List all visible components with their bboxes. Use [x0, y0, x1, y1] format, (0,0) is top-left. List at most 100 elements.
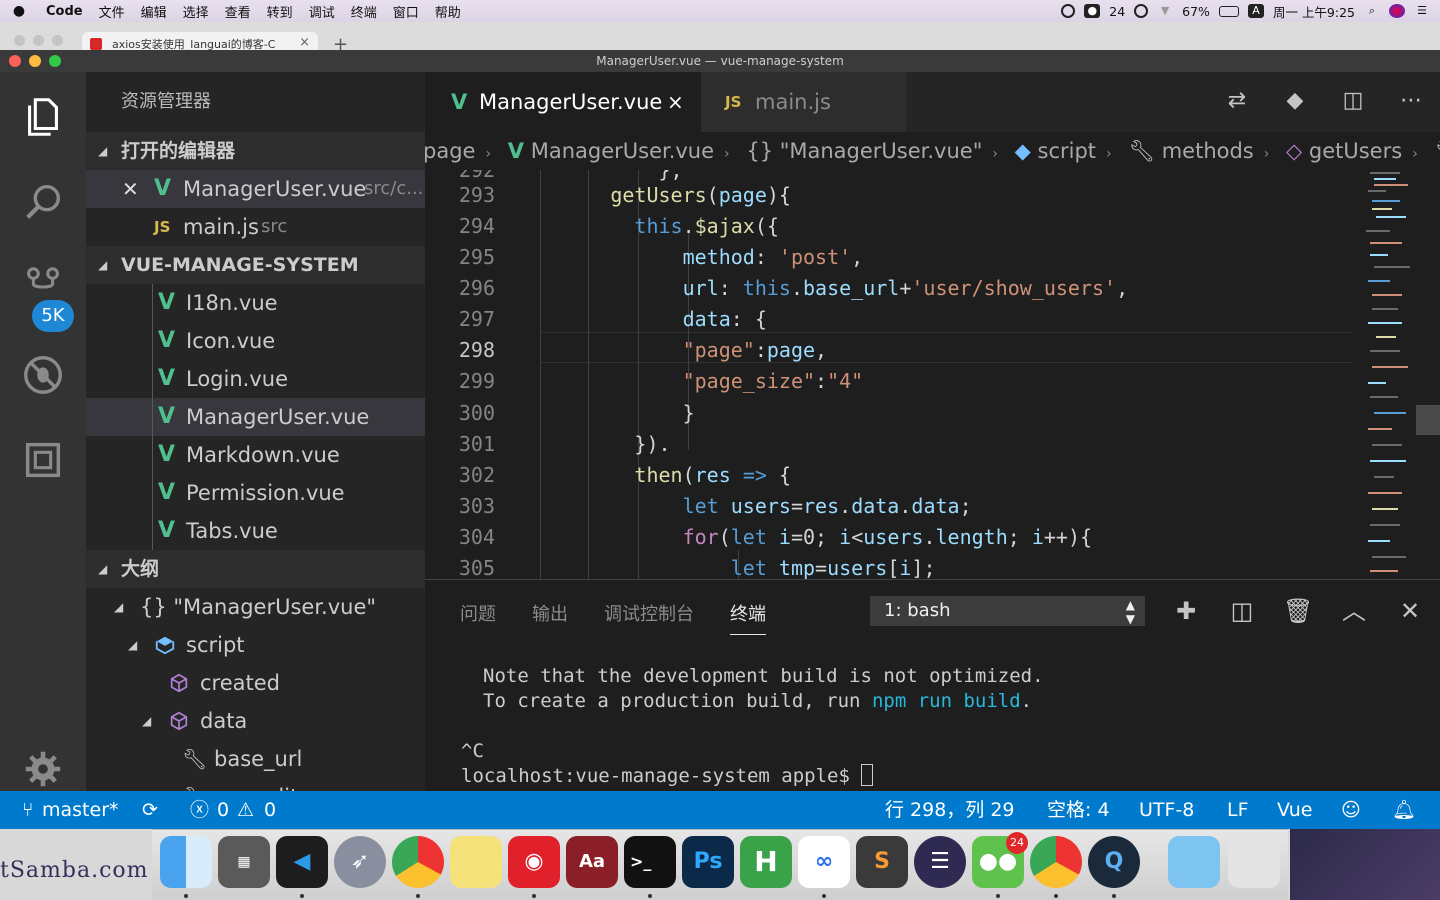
finder-icon[interactable] — [160, 836, 212, 898]
wechat-icon[interactable]: ● — [1084, 4, 1101, 18]
launchpad-icon[interactable]: ➶ — [334, 836, 386, 888]
search-icon[interactable] — [0, 167, 86, 237]
extensions-icon[interactable] — [0, 425, 86, 495]
scrollbar-thumb[interactable] — [1416, 405, 1440, 435]
tab-problems[interactable]: 问题 — [460, 600, 496, 635]
siri-icon[interactable] — [1389, 4, 1405, 18]
dictionary-icon[interactable]: Aa — [566, 836, 618, 888]
menu-code[interactable]: Code — [38, 4, 91, 19]
open-editors-header[interactable]: ◢ 打开的编辑器 — [86, 132, 425, 170]
git-compare-icon[interactable]: ◆ — [1280, 86, 1310, 116]
close-icon[interactable]: × — [667, 72, 684, 132]
breadcrumb-item[interactable]: script — [1038, 139, 1097, 163]
editor-scrollbar[interactable] — [1416, 170, 1440, 579]
cursor-position[interactable]: 行 298，列 29 — [885, 791, 1015, 829]
warning-count[interactable]: 0 — [264, 791, 276, 829]
language-mode[interactable]: Vue — [1277, 791, 1312, 829]
sublime-text-icon[interactable]: S — [856, 836, 908, 888]
code-editor[interactable]: 292 293 294 295 296 297 298 299 300 301 … — [425, 170, 1360, 579]
error-icon[interactable]: ⓧ — [190, 791, 209, 829]
file-item[interactable]: V Icon.vue — [86, 322, 425, 360]
minimap[interactable] — [1360, 170, 1416, 579]
file-item[interactable]: V Permission.vue — [86, 474, 425, 512]
explorer-icon[interactable] — [0, 82, 86, 152]
tab-output[interactable]: 输出 — [532, 600, 568, 635]
terminal-select[interactable]: 1: bash ▲ ▼ — [870, 596, 1145, 626]
trash-bin-icon[interactable] — [1228, 836, 1280, 888]
breadcrumb-item[interactable]: {} "ManagerUser.vue" — [746, 139, 982, 163]
zoom-window-button[interactable] — [49, 55, 61, 67]
record-icon[interactable] — [1061, 4, 1076, 18]
open-editor-item-mainjs[interactable]: JS main.js src — [86, 208, 425, 246]
netease-music-icon[interactable]: ◉ — [508, 836, 560, 898]
open-editor-item-manageruser[interactable]: ✕ V ManagerUser.vue src/c... — [86, 170, 425, 208]
more-actions-icon[interactable]: ⋯ — [1396, 86, 1426, 116]
split-terminal-icon[interactable]: ◫ — [1227, 596, 1257, 626]
breadcrumb-item[interactable]: getUsers — [1309, 139, 1402, 163]
apple-menu-icon[interactable]: ● — [0, 3, 38, 19]
add-terminal-icon[interactable]: ✚ — [1171, 596, 1201, 626]
outline-item[interactable]: 🔧︎ cur_edit_user — [86, 778, 425, 791]
battery-icon[interactable] — [1218, 5, 1239, 17]
vscode-icon[interactable]: ◀ — [276, 836, 328, 898]
chrome-canary-icon[interactable] — [1030, 836, 1082, 898]
debug-icon[interactable] — [0, 340, 86, 410]
bell-icon[interactable]: 🔔︎ — [1392, 791, 1416, 829]
outline-section-header[interactable]: ◢ 大纲 — [86, 550, 425, 588]
outline-item[interactable]: ◢ {} "ManagerUser.vue" — [86, 588, 425, 626]
project-section-header[interactable]: ◢ VUE-MANAGE-SYSTEM — [86, 246, 425, 284]
file-item[interactable]: V Markdown.vue — [86, 436, 425, 474]
menu-edit[interactable]: 编辑 — [133, 2, 175, 21]
split-editor-icon[interactable]: ◫ — [1338, 86, 1368, 116]
cloud-icon[interactable] — [1134, 4, 1149, 18]
menu-window[interactable]: 窗口 — [385, 2, 427, 21]
outline-item[interactable]: ◢ script — [86, 626, 425, 664]
file-item[interactable]: V Tabs.vue — [86, 512, 425, 550]
notes-icon[interactable] — [450, 836, 502, 888]
calculator-icon[interactable]: ▦ — [218, 836, 270, 888]
menu-go[interactable]: 转到 — [259, 2, 301, 21]
tab-terminal[interactable]: 终端 — [730, 600, 766, 635]
indentation[interactable]: 空格: 4 — [1047, 791, 1110, 829]
sync-icon[interactable]: ⟳ — [142, 791, 158, 829]
branch-icon[interactable]: ⑂ — [22, 791, 33, 829]
quicktime-icon[interactable]: Q — [1088, 836, 1140, 898]
close-window-button[interactable] — [9, 55, 21, 67]
minimize-window-button[interactable] — [29, 55, 41, 67]
input-method-icon[interactable]: A — [1247, 4, 1264, 18]
tab-manageruser-vue[interactable]: V ManagerUser.vue × — [425, 72, 701, 132]
hbuilder-icon[interactable]: H — [740, 836, 792, 888]
notification-center-icon[interactable]: ☰ — [1414, 4, 1430, 18]
menu-terminal[interactable]: 终端 — [343, 2, 385, 21]
menu-selection[interactable]: 选择 — [175, 2, 217, 21]
wechat-app-icon[interactable]: ●● 24 — [972, 832, 1028, 898]
warning-icon[interactable]: ⚠ — [237, 791, 254, 829]
file-item-selected[interactable]: V ManagerUser.vue — [86, 398, 425, 436]
branch-name[interactable]: master* — [42, 791, 119, 829]
photoshop-icon[interactable]: Ps — [682, 836, 734, 888]
open-changes-icon[interactable]: ⇄ — [1222, 86, 1252, 116]
chrome-icon[interactable] — [392, 836, 444, 898]
clock[interactable]: 周一 上午9:25 — [1273, 2, 1355, 21]
menu-debug[interactable]: 调试 — [301, 2, 343, 21]
maximize-panel-icon[interactable]: ︿ — [1339, 596, 1369, 626]
file-item[interactable]: V I18n.vue — [86, 284, 425, 322]
encoding[interactable]: UTF-8 — [1139, 791, 1194, 829]
menu-view[interactable]: 查看 — [217, 2, 259, 21]
baidu-netdisk-icon[interactable]: ∞ — [798, 836, 850, 898]
outline-item[interactable]: ◢ data — [86, 702, 425, 740]
spotlight-search-icon[interactable]: ⌕ — [1364, 4, 1380, 18]
folder-icon[interactable] — [1168, 836, 1220, 888]
error-count[interactable]: 0 — [217, 791, 229, 829]
tab-main-js[interactable]: JS main.js — [701, 72, 906, 132]
breadcrumb-item[interactable]: methods — [1162, 139, 1254, 163]
wifi-icon[interactable]: ▼ — [1157, 4, 1173, 18]
feedback-smiley-icon[interactable]: ☺ — [1341, 791, 1361, 829]
close-icon[interactable]: ✕ — [122, 170, 139, 208]
breadcrumb-item[interactable]: page — [425, 139, 475, 163]
equalizer-app-icon[interactable]: ☰ — [914, 836, 966, 888]
terminal-output[interactable]: Note that the development build is not o… — [461, 664, 1044, 789]
file-item[interactable]: V Login.vue — [86, 360, 425, 398]
breadcrumb-item[interactable]: ManagerUser.vue — [531, 139, 714, 163]
browser-tab-close-icon[interactable]: × — [299, 35, 310, 50]
